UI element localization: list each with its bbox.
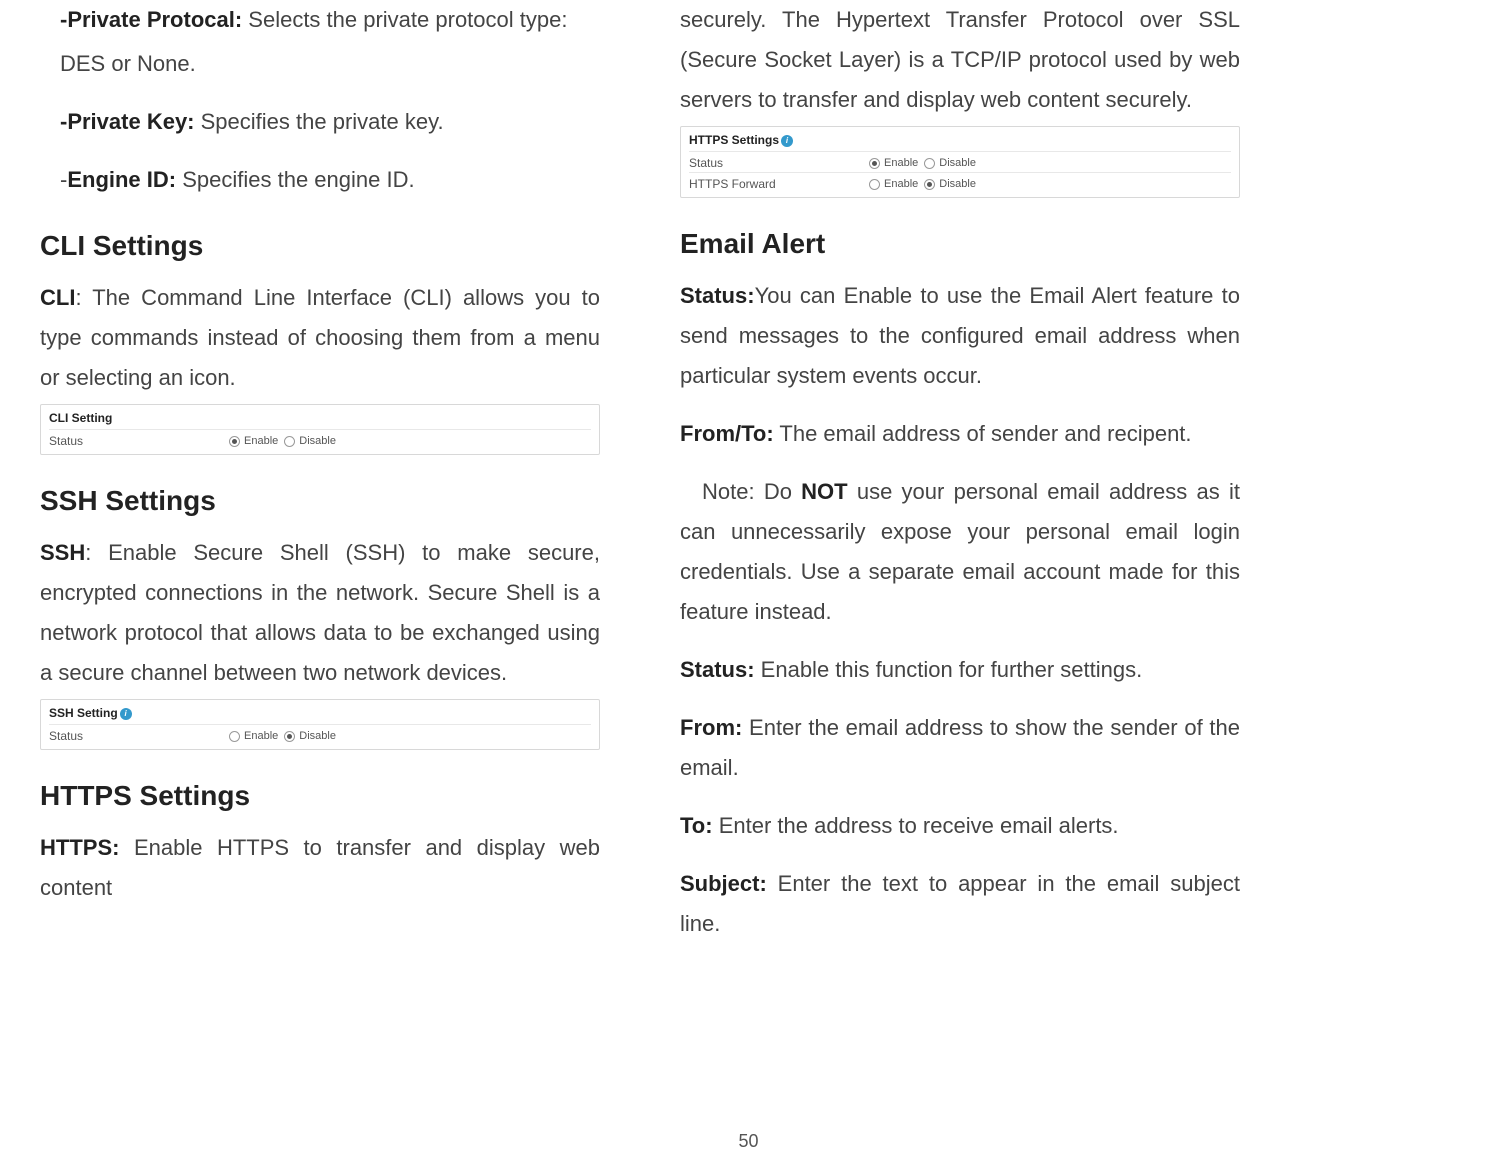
email-status2-label: Status: xyxy=(680,657,755,682)
cli-status-enable-label: Enable xyxy=(244,435,278,447)
page-number: 50 xyxy=(738,1131,758,1152)
page-content: -Private Protocal: Selects the private p… xyxy=(0,0,1497,948)
private-protocal-text: Selects the private protocol type: xyxy=(242,7,567,32)
https-status-disable-label: Disable xyxy=(939,157,976,169)
email-to-para: To: Enter the address to receive email a… xyxy=(680,806,1240,846)
ssh-lead-bold: SSH xyxy=(40,540,85,565)
ssh-panel-title: SSH Settingi xyxy=(49,706,591,720)
email-subject-label: Subject: xyxy=(680,871,767,896)
email-status-para: Status:You can Enable to use the Email A… xyxy=(680,276,1240,396)
email-alert-heading: Email Alert xyxy=(680,228,1240,260)
ssh-lead-text: : Enable Secure Shell (SSH) to make secu… xyxy=(40,540,600,685)
https-description-part1: HTTPS: Enable HTTPS to transfer and disp… xyxy=(40,828,600,908)
email-note-pre: Note: Do xyxy=(702,479,801,504)
ssh-status-disable-radio[interactable] xyxy=(284,731,295,742)
ssh-status-enable-label: Enable xyxy=(244,730,278,742)
private-protocal-label: -Private Protocal: xyxy=(60,7,242,32)
info-icon[interactable]: i xyxy=(120,708,132,720)
https-description-part2: securely. The Hypertext Transfer Protoco… xyxy=(680,0,1240,120)
https-status-enable-label: Enable xyxy=(884,157,918,169)
https-lead-bold: HTTPS: xyxy=(40,835,119,860)
https-forward-disable-label: Disable xyxy=(939,178,976,190)
ssh-status-disable-label: Disable xyxy=(299,730,336,742)
cli-status-row: Status Enable Disable xyxy=(49,429,591,450)
ssh-status-label: Status xyxy=(49,729,229,743)
https-forward-enable-radio[interactable] xyxy=(869,179,880,190)
https-panel-title: HTTPS Settingsi xyxy=(689,133,1231,147)
email-from-text: Enter the email address to show the send… xyxy=(680,715,1240,780)
email-status-text: You can Enable to use the Email Alert fe… xyxy=(680,283,1240,388)
info-icon[interactable]: i xyxy=(781,135,793,147)
email-status-label: Status: xyxy=(680,283,755,308)
private-key-text: Specifies the private key. xyxy=(195,109,444,134)
email-to-text: Enter the address to receive email alert… xyxy=(713,813,1119,838)
https-status-row: Status Enable Disable xyxy=(689,151,1231,172)
private-key-label: -Private Key: xyxy=(60,109,195,134)
cli-description: CLI: The Command Line Interface (CLI) al… xyxy=(40,278,600,398)
email-from-label: From: xyxy=(680,715,742,740)
email-to-label: To: xyxy=(680,813,713,838)
https-settings-panel: HTTPS Settingsi Status Enable Disable HT… xyxy=(680,126,1240,198)
ssh-status-enable-radio[interactable] xyxy=(229,731,240,742)
email-fromto-para: From/To: The email address of sender and… xyxy=(680,414,1240,454)
ssh-description: SSH: Enable Secure Shell (SSH) to make s… xyxy=(40,533,600,693)
right-column: securely. The Hypertext Transfer Protoco… xyxy=(680,0,1240,948)
engine-id-line: -Engine ID: Specifies the engine ID. xyxy=(40,160,600,200)
email-note-bold: NOT xyxy=(801,479,847,504)
ssh-settings-heading: SSH Settings xyxy=(40,485,600,517)
https-status-disable-radio[interactable] xyxy=(924,158,935,169)
left-column: -Private Protocal: Selects the private p… xyxy=(40,0,600,948)
cli-status-enable-radio[interactable] xyxy=(229,436,240,447)
https-forward-label: HTTPS Forward xyxy=(689,177,869,191)
https-forward-row: HTTPS Forward Enable Disable xyxy=(689,172,1231,193)
private-protocal-line: -Private Protocal: Selects the private p… xyxy=(40,0,600,40)
ssh-status-row: Status Enable Disable xyxy=(49,724,591,745)
email-status2-text: Enable this function for further setting… xyxy=(755,657,1143,682)
email-from-para: From: Enter the email address to show th… xyxy=(680,708,1240,788)
cli-status-label: Status xyxy=(49,434,229,448)
email-fromto-text: The email address of sender and recipent… xyxy=(774,421,1192,446)
email-status2-para: Status: Enable this function for further… xyxy=(680,650,1240,690)
email-fromto-label: From/To: xyxy=(680,421,774,446)
cli-lead-text: : The Command Line Interface (CLI) allow… xyxy=(40,285,600,390)
email-subject-para: Subject: Enter the text to appear in the… xyxy=(680,864,1240,944)
private-key-line: -Private Key: Specifies the private key. xyxy=(40,102,600,142)
ssh-setting-panel: SSH Settingi Status Enable Disable xyxy=(40,699,600,750)
https-lead-text: Enable HTTPS to transfer and display web… xyxy=(40,835,600,900)
cli-panel-title: CLI Setting xyxy=(49,411,591,425)
https-settings-heading: HTTPS Settings xyxy=(40,780,600,812)
private-protocal-line2: DES or None. xyxy=(40,44,600,84)
https-status-enable-radio[interactable] xyxy=(869,158,880,169)
https-status-label: Status xyxy=(689,156,869,170)
cli-lead-bold: CLI xyxy=(40,285,75,310)
engine-id-label: Engine ID: xyxy=(67,167,176,192)
email-note-para: Note: Do NOT use your personal email add… xyxy=(680,472,1240,632)
cli-settings-heading: CLI Settings xyxy=(40,230,600,262)
cli-setting-panel: CLI Setting Status Enable Disable xyxy=(40,404,600,455)
engine-id-text: Specifies the engine ID. xyxy=(176,167,414,192)
https-forward-disable-radio[interactable] xyxy=(924,179,935,190)
https-forward-enable-label: Enable xyxy=(884,178,918,190)
cli-status-disable-label: Disable xyxy=(299,435,336,447)
cli-status-disable-radio[interactable] xyxy=(284,436,295,447)
